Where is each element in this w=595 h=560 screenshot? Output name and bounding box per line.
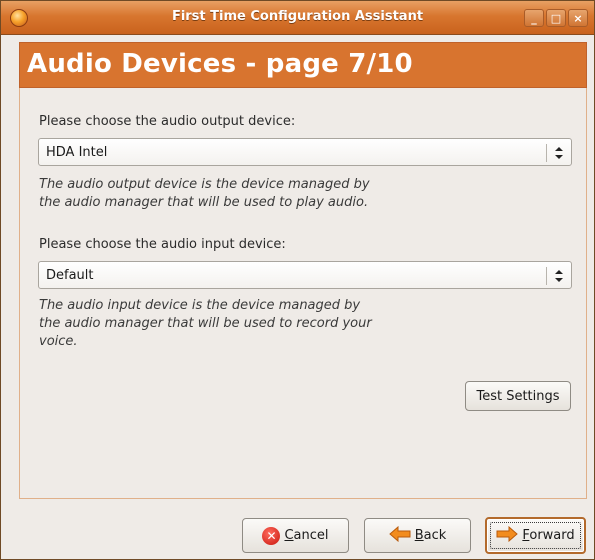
input-device-label: Please choose the audio input device:: [39, 237, 286, 252]
combo-arrows-icon: [553, 143, 565, 163]
combo-separator: [546, 267, 547, 285]
cancel-label-rest: ancel: [293, 528, 329, 543]
combo-arrows-icon: [553, 266, 565, 286]
assistant-window: First Time Configuration Assistant _ □ ×…: [0, 0, 595, 560]
title-bar[interactable]: First Time Configuration Assistant _ □ ×: [1, 1, 594, 35]
back-button[interactable]: Back: [364, 518, 471, 553]
back-arrow-icon: [388, 525, 411, 546]
combo-separator: [546, 144, 547, 162]
input-description-line: voice.: [39, 334, 78, 349]
minimize-icon: _: [531, 11, 537, 25]
input-description-line: The audio input device is the device man…: [39, 298, 361, 313]
cancel-button[interactable]: ✕ Cancel: [242, 518, 349, 553]
output-device-value: HDA Intel: [46, 145, 108, 160]
output-description-line: the audio manager that will be used to p…: [39, 195, 369, 210]
close-icon: ×: [573, 11, 583, 25]
forward-label: Forward: [522, 528, 574, 543]
input-description-line: the audio manager that will be used to r…: [39, 316, 372, 331]
output-device-select[interactable]: HDA Intel: [38, 138, 572, 166]
back-mnemonic: B: [414, 528, 424, 543]
input-device-select[interactable]: Default: [38, 261, 572, 289]
output-device-description: The audio output device is the device ma…: [39, 176, 370, 212]
test-settings-label: Test Settings: [476, 388, 560, 404]
input-device-description: The audio input device is the device man…: [39, 297, 372, 351]
page-header: Audio Devices - page 7/10: [19, 42, 587, 88]
cancel-mnemonic: C: [284, 528, 294, 543]
forward-arrow-icon: [496, 525, 519, 546]
back-label: Back: [415, 528, 447, 543]
input-device-value: Default: [46, 268, 94, 283]
forward-button[interactable]: Forward: [485, 517, 586, 554]
output-device-label: Please choose the audio output device:: [39, 114, 296, 129]
window-controls: _ □ ×: [524, 9, 588, 27]
output-description-line: The audio output device is the device ma…: [39, 177, 370, 192]
maximize-button[interactable]: □: [546, 9, 566, 27]
cancel-icon: ✕: [262, 526, 281, 545]
window-title: First Time Configuration Assistant: [171, 9, 424, 24]
page-title: Audio Devices - page 7/10: [27, 49, 413, 79]
cancel-label: Cancel: [284, 528, 328, 543]
forward-label-rest: orward: [529, 528, 575, 543]
minimize-button[interactable]: _: [524, 9, 544, 27]
maximize-icon: □: [550, 11, 562, 25]
test-settings-button[interactable]: Test Settings: [465, 381, 571, 411]
close-button[interactable]: ×: [568, 9, 588, 27]
back-label-rest: ack: [423, 528, 447, 543]
